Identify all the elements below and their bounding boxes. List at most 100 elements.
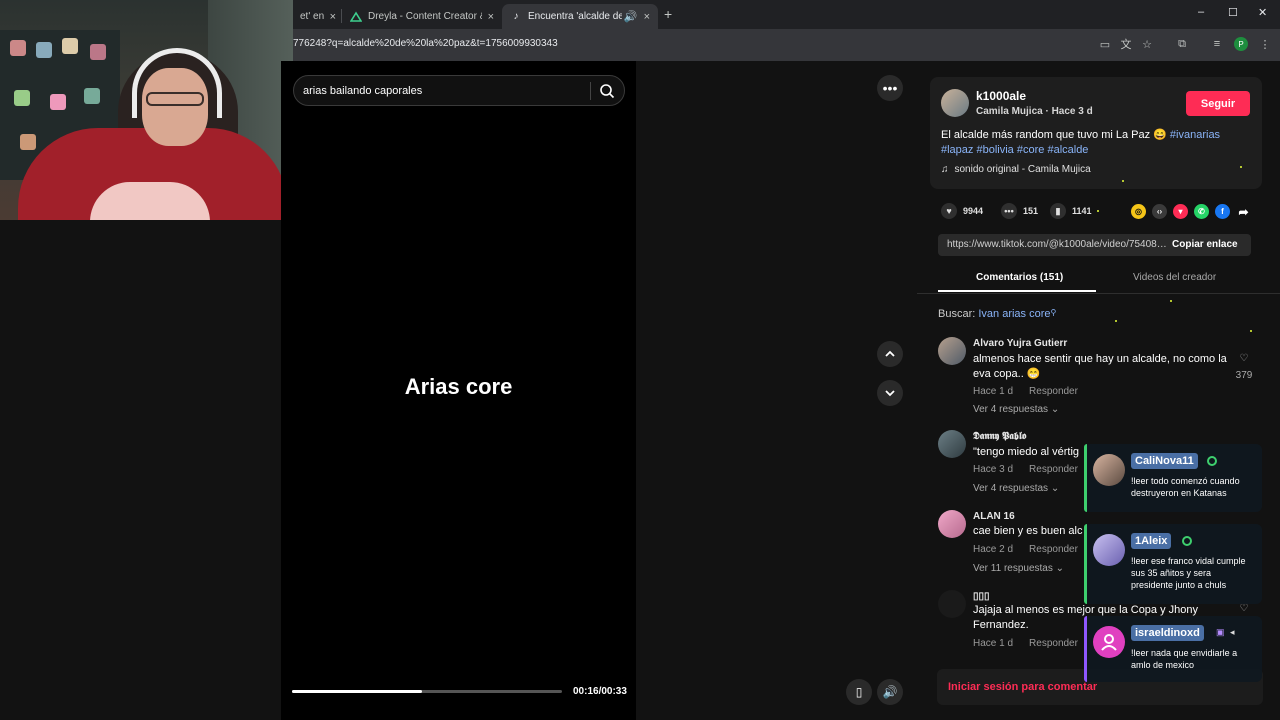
- commenter-avatar[interactable]: [938, 430, 966, 458]
- whatsapp-icon[interactable]: ✆: [1194, 204, 1209, 219]
- share-link[interactable]: https://www.tiktok.com/@k1000ale/video/7…: [947, 239, 1167, 250]
- progress-fill: [292, 690, 422, 693]
- commenter-avatar[interactable]: [938, 337, 966, 365]
- comment-icon[interactable]: •••: [1001, 203, 1017, 219]
- repost-icon[interactable]: ◎: [1131, 204, 1146, 219]
- hashtag[interactable]: #bolivia: [976, 144, 1013, 156]
- buscar-label: Buscar:: [938, 308, 976, 320]
- tab-creator-videos[interactable]: Videos del creador: [1133, 272, 1216, 283]
- player-side-area: [636, 61, 917, 720]
- search-icon[interactable]: ⚲: [1051, 308, 1057, 317]
- hashtag[interactable]: #ivanarias: [1170, 129, 1220, 141]
- search-divider: [590, 82, 591, 100]
- chat-text: !leer todo comenzó cuando destruyeron en…: [1131, 476, 1240, 498]
- chat-text: !leer nada que envidiarle a amlo de mexi…: [1131, 648, 1238, 670]
- search-bar[interactable]: [293, 75, 625, 106]
- extensions-icon[interactable]: ⧉: [1175, 37, 1189, 51]
- view-replies-button[interactable]: Ver 4 respuestas ⌄: [973, 483, 1059, 494]
- chat-accent-bar: [1084, 524, 1087, 604]
- like-stat[interactable]: ♥ 9944: [941, 203, 983, 219]
- close-icon[interactable]: ×: [644, 11, 650, 23]
- copy-link-button[interactable]: Copiar enlace: [1172, 239, 1238, 250]
- commenter-name[interactable]: ALAN 16: [973, 511, 1015, 522]
- tab-2[interactable]: Dreyla - Content Creator & Streamer ×: [342, 4, 502, 29]
- sparkle-decoration: [1122, 180, 1124, 182]
- sound-row[interactable]: ♫ sonido original - Camila Mujica: [941, 164, 1091, 175]
- new-tab-button[interactable]: +: [664, 6, 672, 22]
- like-count: 9944: [963, 206, 984, 216]
- login-to-comment[interactable]: Iniciar sesión para comentar: [948, 681, 1097, 693]
- audio-playing-icon[interactable]: 🔊: [624, 10, 638, 23]
- share-arrow-icon[interactable]: ➦: [1236, 204, 1251, 219]
- volume-icon[interactable]: 🔊: [877, 679, 903, 705]
- hashtag[interactable]: #core: [1017, 144, 1045, 156]
- bookmark-star-icon[interactable]: ☆: [1140, 37, 1154, 51]
- comment-stat[interactable]: ••• 151: [1001, 203, 1038, 219]
- progress-bar[interactable]: [292, 690, 562, 693]
- description-text: El alcalde más random que tuvo mi La Paz…: [941, 129, 1170, 141]
- cast-icon[interactable]: ▭: [1098, 37, 1112, 51]
- screen: et' en × Dreyla - Content Creator & Stre…: [0, 0, 1280, 720]
- reply-button[interactable]: Responder: [1029, 638, 1078, 649]
- view-replies-button[interactable]: Ver 11 respuestas ⌄: [973, 563, 1064, 574]
- commenter-avatar[interactable]: [938, 510, 966, 538]
- chat-message: 1Aleix !leer ese franco vidal cumple sus…: [1084, 524, 1262, 604]
- post-description: El alcalde más random que tuvo mi La Paz…: [941, 128, 1241, 158]
- creator-avatar[interactable]: [941, 89, 969, 117]
- heart-icon[interactable]: ♥: [941, 203, 957, 219]
- tab-1[interactable]: et' en ×: [292, 4, 344, 29]
- tab-title: et' en: [300, 11, 324, 22]
- send-icon[interactable]: ▾: [1173, 204, 1188, 219]
- reply-button[interactable]: Responder: [1029, 544, 1078, 555]
- profile-avatar[interactable]: P: [1234, 37, 1248, 51]
- commenter-name[interactable]: ▯▯▯: [973, 591, 990, 602]
- more-options-icon[interactable]: •••: [877, 75, 903, 101]
- chat-username: israeldinoxd: [1131, 625, 1204, 641]
- menu-kebab-icon[interactable]: ⋮: [1258, 37, 1272, 51]
- hashtag[interactable]: #alcalde: [1047, 144, 1088, 156]
- next-video-button[interactable]: [877, 380, 903, 406]
- close-icon[interactable]: ×: [330, 11, 336, 23]
- bookmark-icon[interactable]: ▮: [1050, 203, 1066, 219]
- tab-comments[interactable]: Comentarios (151): [976, 272, 1063, 283]
- media-control-icon[interactable]: ≡: [1210, 37, 1224, 51]
- comment-like-count: 379: [1235, 370, 1253, 381]
- embed-icon[interactable]: ‹›: [1152, 204, 1167, 219]
- commenter-name[interactable]: 𝕯𝖆𝖓𝖓𝖞 𝕻𝖆𝖇𝖑𝖔: [973, 431, 1026, 442]
- reply-button[interactable]: Responder: [1029, 386, 1078, 397]
- facebook-icon[interactable]: f: [1215, 204, 1230, 219]
- translate-icon[interactable]: 文: [1119, 37, 1133, 51]
- search-icon[interactable]: [599, 83, 615, 99]
- tab-3-active[interactable]: ♪ Encuentra 'alcalde de la paz' 🔊 ×: [502, 4, 658, 29]
- follow-button[interactable]: Seguir: [1186, 91, 1250, 116]
- hashtag[interactable]: #lapaz: [941, 144, 973, 156]
- save-count: 1141: [1072, 206, 1092, 216]
- buscar-query[interactable]: Ivan arias core: [978, 308, 1050, 320]
- close-window-button[interactable]: ✕: [1258, 6, 1267, 19]
- save-stat[interactable]: ▮ 1141: [1050, 203, 1092, 219]
- reply-button[interactable]: Responder: [1029, 464, 1078, 475]
- video-time: 00:16/00:33: [573, 686, 627, 697]
- commenter-name[interactable]: Alvaro Yujra Gutierr: [973, 338, 1067, 349]
- webcam-overlay: [0, 0, 293, 220]
- music-note-icon: ♫: [941, 164, 949, 175]
- comment-meta: Hace 1 d Responder: [973, 638, 1094, 649]
- address-bar[interactable]: 776248?q=alcalde%20de%20la%20paz&t=17560…: [293, 38, 558, 49]
- commenter-avatar[interactable]: [938, 590, 966, 618]
- maximize-button[interactable]: ☐: [1228, 6, 1238, 19]
- chat-accent-bar: [1084, 616, 1087, 682]
- speaker-icon: ◂: [1230, 627, 1235, 637]
- chat-message: israeldinoxd ▣ ◂ !leer nada que envidiar…: [1084, 616, 1262, 682]
- previous-video-button[interactable]: [877, 341, 903, 367]
- tab-title: Encuentra 'alcalde de la paz': [528, 11, 622, 22]
- comment-like-icon[interactable]: ♡: [1235, 353, 1253, 364]
- comment-time: Hace 1 d: [973, 638, 1014, 649]
- close-icon[interactable]: ×: [488, 11, 494, 23]
- creator-username[interactable]: k1000ale: [976, 89, 1026, 103]
- floating-player-icon[interactable]: ▯: [846, 679, 872, 705]
- tab-indicator: [938, 290, 1096, 292]
- minimize-button[interactable]: –: [1198, 6, 1204, 18]
- view-replies-button[interactable]: Ver 4 respuestas ⌄: [973, 404, 1059, 415]
- comment-like-icon[interactable]: ♡: [1235, 603, 1253, 614]
- search-input[interactable]: [303, 82, 583, 100]
